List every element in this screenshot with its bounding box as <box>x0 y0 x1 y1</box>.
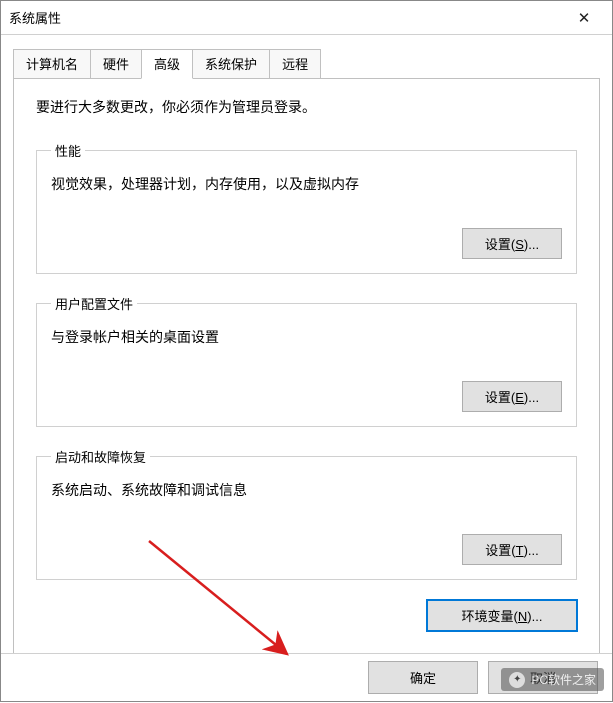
tab-hardware[interactable]: 硬件 <box>90 49 142 79</box>
button-label: 设置(E)... <box>485 390 539 405</box>
startup-settings-button[interactable]: 设置(T)... <box>462 534 562 565</box>
system-properties-dialog: 系统属性 ✕ 计算机名 硬件 高级 系统保护 远程 要进行大多数更改，你必须作为… <box>0 0 613 702</box>
button-label: 环境变量(N)... <box>462 609 543 624</box>
tab-system-protection[interactable]: 系统保护 <box>192 49 270 79</box>
button-label: 设置(T)... <box>485 543 538 558</box>
admin-notice: 要进行大多数更改，你必须作为管理员登录。 <box>36 97 577 117</box>
tab-advanced[interactable]: 高级 <box>141 49 193 79</box>
button-label: 设置(S)... <box>485 237 539 252</box>
performance-desc: 视觉效果，处理器计划，内存使用，以及虚拟内存 <box>51 174 562 194</box>
performance-group: 性能 视觉效果，处理器计划，内存使用，以及虚拟内存 设置(S)... <box>36 141 577 274</box>
tab-strip: 计算机名 硬件 高级 系统保护 远程 <box>13 49 600 79</box>
ok-button[interactable]: 确定 <box>368 661 478 694</box>
startup-recovery-group: 启动和故障恢复 系统启动、系统故障和调试信息 设置(T)... <box>36 447 577 580</box>
user-profiles-settings-button[interactable]: 设置(E)... <box>462 381 562 412</box>
close-icon: ✕ <box>578 9 591 27</box>
titlebar: 系统属性 ✕ <box>1 1 612 35</box>
close-button[interactable]: ✕ <box>564 1 604 35</box>
user-profiles-desc: 与登录帐户相关的桌面设置 <box>51 327 562 347</box>
user-profiles-group: 用户配置文件 与登录帐户相关的桌面设置 设置(E)... <box>36 294 577 427</box>
window-title: 系统属性 <box>9 8 564 27</box>
watermark-icon: ✦ <box>509 672 525 688</box>
advanced-panel: 要进行大多数更改，你必须作为管理员登录。 性能 视觉效果，处理器计划，内存使用，… <box>13 78 600 668</box>
startup-desc: 系统启动、系统故障和调试信息 <box>51 480 562 500</box>
user-profiles-legend: 用户配置文件 <box>51 294 137 313</box>
startup-legend: 启动和故障恢复 <box>51 447 150 466</box>
tab-computer-name[interactable]: 计算机名 <box>13 49 91 79</box>
tab-remote[interactable]: 远程 <box>269 49 321 79</box>
watermark: ✦ PC软件之家 <box>501 668 604 691</box>
performance-settings-button[interactable]: 设置(S)... <box>462 228 562 259</box>
watermark-text: PC软件之家 <box>531 671 596 688</box>
environment-variables-button[interactable]: 环境变量(N)... <box>427 600 577 631</box>
performance-legend: 性能 <box>51 141 85 160</box>
